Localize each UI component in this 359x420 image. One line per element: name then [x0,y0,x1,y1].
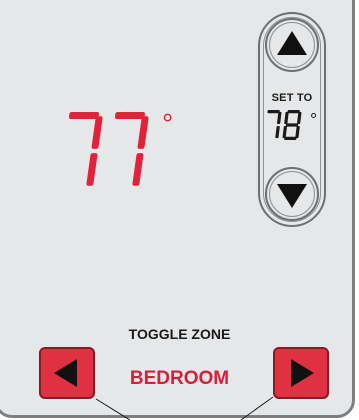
setpoint-control: SET TO ° 78 [258,12,326,227]
digit-segment [275,125,280,139]
increase-temperature-button[interactable] [265,18,319,72]
set-temperature-display [267,110,302,140]
toggle-zone-label: TOGGLE ZONE [128,326,231,342]
next-zone-button[interactable] [273,347,329,399]
digit-segment [267,110,280,114]
digit-segment [295,125,300,139]
triangle-right-icon [291,359,314,387]
digit-segment [285,123,299,127]
digit-segment [297,111,302,125]
triangle-left-icon [54,359,77,387]
triangle-up-icon [277,31,307,55]
digit-segment [287,110,300,114]
triangle-down-icon [277,184,307,208]
current-temperature-display [68,112,149,186]
decrease-temperature-button[interactable] [265,167,319,221]
digit-segment [284,136,297,140]
set-to-label: SET TO [271,92,313,104]
digit-segment [114,112,145,119]
digit-segment [132,153,144,186]
current-temperature-degree: ° [162,108,174,139]
digit-segment [91,116,103,149]
digit-segment [137,116,149,149]
digit-segment [86,153,98,186]
digit-segment [277,111,282,125]
digit-segment [68,112,99,119]
set-temperature-degree: ° [310,110,318,130]
previous-zone-button[interactable] [39,347,95,399]
digit-segment [282,125,287,139]
digit-segment [284,111,289,125]
